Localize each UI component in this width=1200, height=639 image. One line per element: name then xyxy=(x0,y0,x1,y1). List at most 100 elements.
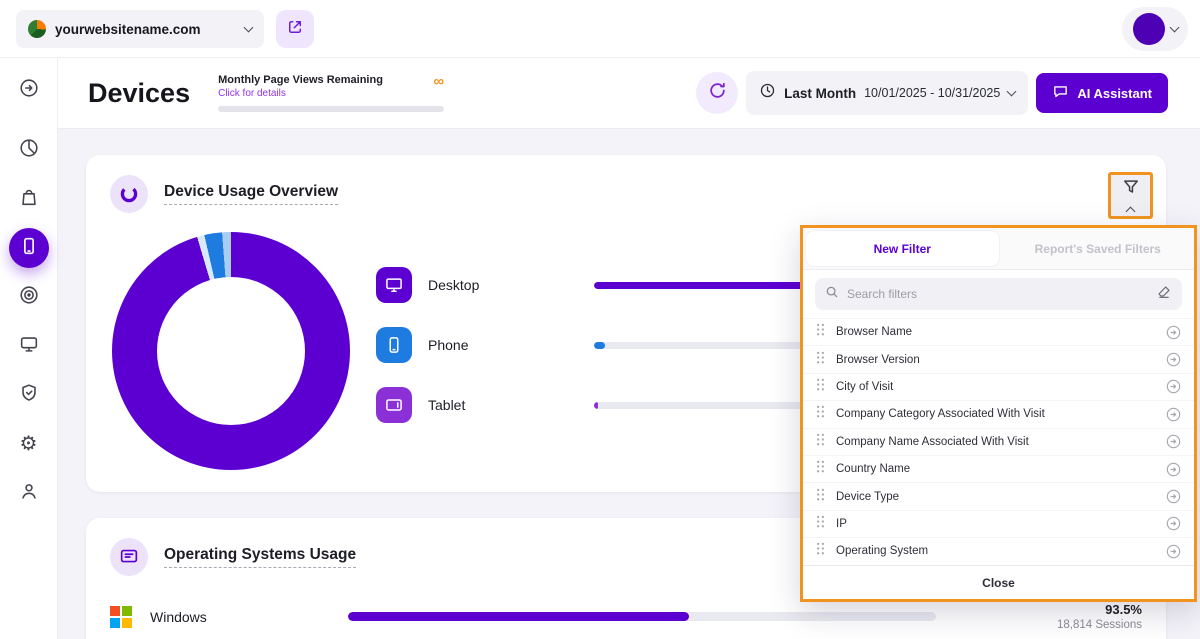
filter-item-country-name[interactable]: Country Name xyxy=(803,455,1194,482)
filter-item-label: Operating System xyxy=(836,545,928,557)
sidebar-item-devices[interactable] xyxy=(9,228,49,268)
period-range: 10/01/2025 - 10/31/2025 xyxy=(864,86,1000,100)
os-label: Windows xyxy=(150,609,348,625)
arrow-right-circle-icon[interactable] xyxy=(1165,515,1182,532)
filter-panel: New Filter Report's Saved Filters Browse… xyxy=(800,225,1197,602)
chevron-down-icon xyxy=(244,22,254,32)
sidebar-item-privacy[interactable] xyxy=(9,375,49,415)
arrow-right-circle-icon[interactable] xyxy=(1165,433,1182,450)
pageviews-label: Monthly Page Views Remaining xyxy=(218,74,383,86)
filter-list: Browser Name Browser Version City of Vis… xyxy=(803,318,1194,565)
arrow-right-circle-icon[interactable] xyxy=(1165,378,1182,395)
donut-chart xyxy=(112,232,350,470)
os-percentage: 93.5% xyxy=(1057,602,1142,617)
phone-icon xyxy=(376,327,412,363)
filter-item-label: Device Type xyxy=(836,491,899,503)
sidebar-nav: ⚙ xyxy=(0,58,58,639)
filter-item-label: Country Name xyxy=(836,463,910,475)
donut-chart-icon xyxy=(110,175,148,213)
arrow-right-circle-icon[interactable] xyxy=(1165,543,1182,560)
arrow-right-circle-icon[interactable] xyxy=(1165,488,1182,505)
sidebar-item-settings[interactable]: ⚙ xyxy=(9,424,49,464)
website-name: yourwebsitename.com xyxy=(55,22,236,37)
filter-item-company-name[interactable]: Company Name Associated With Visit xyxy=(803,428,1194,455)
close-button[interactable]: Close xyxy=(803,565,1194,599)
chevron-down-icon xyxy=(1169,22,1179,32)
filter-item-ip[interactable]: IP xyxy=(803,510,1194,537)
filter-item-operating-system[interactable]: Operating System xyxy=(803,537,1194,564)
os-row-windows: Windows 93.5% 18,814 Sessions xyxy=(110,602,1142,631)
clock-icon xyxy=(759,82,776,104)
drag-handle-icon xyxy=(815,404,826,424)
legend-label: Desktop xyxy=(428,277,594,293)
filter-item-company-category[interactable]: Company Category Associated With Visit xyxy=(803,400,1194,427)
filter-button[interactable] xyxy=(1108,172,1153,219)
sidebar-item-behavior[interactable] xyxy=(9,277,49,317)
filter-item-browser-version[interactable]: Browser Version xyxy=(803,345,1194,372)
filter-item-label: City of Visit xyxy=(836,381,893,393)
sidebar-item-expand[interactable] xyxy=(9,70,49,110)
filter-item-label: Browser Version xyxy=(836,354,920,366)
tab-saved-filters[interactable]: Report's Saved Filters xyxy=(1002,228,1195,269)
external-link-icon xyxy=(286,18,304,41)
arrow-right-circle-icon[interactable] xyxy=(1165,324,1182,341)
arrow-right-circle-icon[interactable] xyxy=(1165,351,1182,368)
os-sessions: 18,814 Sessions xyxy=(1057,619,1142,631)
pageviews-quota: Monthly Page Views Remaining Click for d… xyxy=(218,74,444,112)
date-range-selector[interactable]: Last Month 10/01/2025 - 10/31/2025 xyxy=(746,71,1028,115)
gear-icon: ⚙ xyxy=(20,434,38,454)
filter-item-label: Company Category Associated With Visit xyxy=(836,408,1045,420)
legend-label: Phone xyxy=(428,337,594,353)
shopping-bag-icon xyxy=(18,186,40,213)
arrow-right-circle-icon[interactable] xyxy=(1165,406,1182,423)
drag-handle-icon xyxy=(815,514,826,534)
account-menu[interactable] xyxy=(1122,7,1188,51)
avatar xyxy=(1133,13,1165,45)
refresh-button[interactable] xyxy=(696,72,738,114)
eraser-icon[interactable] xyxy=(1156,284,1172,305)
sidebar-item-dashboard[interactable] xyxy=(9,130,49,170)
filter-item-label: Company Name Associated With Visit xyxy=(836,436,1029,448)
arrow-circle-icon xyxy=(18,77,40,104)
person-icon xyxy=(18,480,40,507)
ai-assistant-label: AI Assistant xyxy=(1077,86,1152,101)
drag-handle-icon xyxy=(815,322,826,342)
shield-check-icon xyxy=(18,382,40,409)
filter-item-label: Browser Name xyxy=(836,326,912,338)
chevron-down-icon xyxy=(1007,86,1017,96)
desktop-icon xyxy=(376,267,412,303)
drag-handle-icon xyxy=(815,459,826,479)
funnel-icon xyxy=(1121,177,1141,202)
sidebar-item-ecommerce[interactable] xyxy=(9,179,49,219)
pageviews-details-link[interactable]: Click for details xyxy=(218,88,383,99)
page-title: Devices xyxy=(88,78,190,109)
website-favicon-icon xyxy=(28,20,46,38)
tab-new-filter[interactable]: New Filter xyxy=(806,231,999,266)
website-selector[interactable]: yourwebsitename.com xyxy=(16,10,264,48)
ai-assistant-button[interactable]: AI Assistant xyxy=(1036,73,1168,113)
drag-handle-icon xyxy=(815,541,826,561)
pageviews-value: ∞ xyxy=(433,74,444,89)
device-icon xyxy=(18,235,40,262)
filter-item-city-of-visit[interactable]: City of Visit xyxy=(803,373,1194,400)
legend-bar-fill xyxy=(594,402,598,409)
windows-logo-icon xyxy=(110,606,132,628)
device-card-title: Device Usage Overview xyxy=(164,183,338,205)
open-website-button[interactable] xyxy=(276,10,314,48)
filter-item-browser-name[interactable]: Browser Name xyxy=(803,318,1194,345)
tablet-icon xyxy=(376,387,412,423)
sidebar-item-communication[interactable] xyxy=(9,326,49,366)
chat-icon xyxy=(1052,83,1069,103)
arrow-right-circle-icon[interactable] xyxy=(1165,461,1182,478)
os-monitor-icon xyxy=(110,538,148,576)
pageviews-progress-bar xyxy=(218,106,444,112)
drag-handle-icon xyxy=(815,377,826,397)
sidebar-item-account[interactable] xyxy=(9,473,49,513)
os-card-title: Operating Systems Usage xyxy=(164,546,356,568)
os-bar-track xyxy=(348,612,936,621)
app-window: yourwebsitename.com xyxy=(0,0,1200,639)
search-icon xyxy=(825,285,839,304)
filter-item-device-type[interactable]: Device Type xyxy=(803,482,1194,509)
filter-search-input[interactable] xyxy=(847,287,1148,301)
page-header: Devices Monthly Page Views Remaining Cli… xyxy=(58,58,1200,129)
